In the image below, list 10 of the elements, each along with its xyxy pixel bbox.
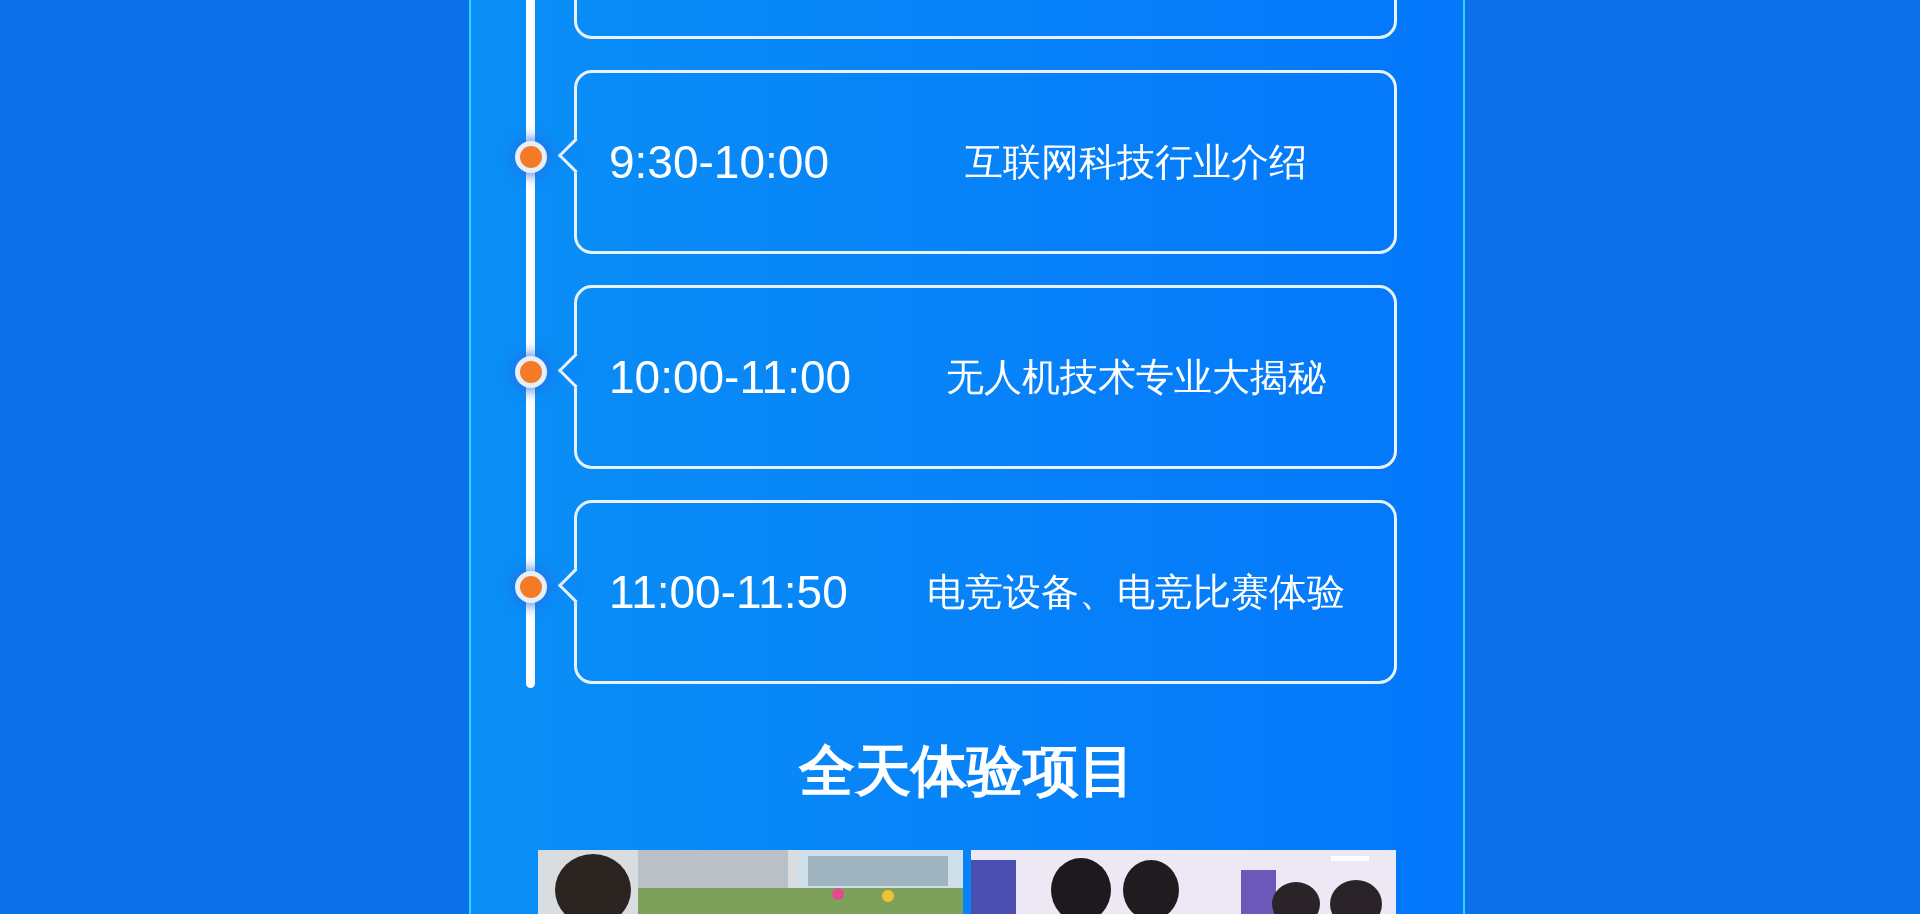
timeline-dot-icon [515,356,547,388]
time-range: 11:00-11:50 [609,565,849,619]
time-range: 10:00-11:00 [609,350,853,404]
topic-title: 互联网科技行业介绍 [963,139,1308,185]
timeline-dot-icon [515,571,547,603]
timeline-dot-icon [515,141,547,173]
section-title: 全天体验项目 [799,738,1135,804]
topic-title: 电竞设备、电竞比赛体验 [925,569,1346,615]
topic-title: 无人机技术专业大揭秘 [944,354,1327,400]
time-range: 9:30-10:00 [609,135,830,189]
